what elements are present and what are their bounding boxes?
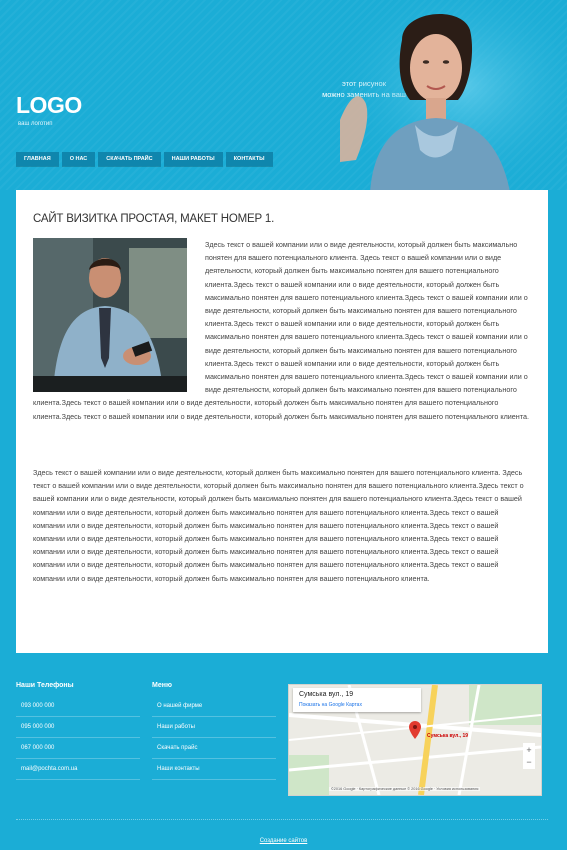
nav-item-home[interactable]: ГЛАВНАЯ bbox=[16, 152, 59, 166]
map-info-card: Сумська вул., 19 Показать на Google Карт… bbox=[293, 688, 421, 712]
map-pin-label: Сумська вул., 19 bbox=[427, 733, 469, 739]
footer-menu: О нашей фирме Наши работы Скачать прайс … bbox=[152, 696, 276, 780]
page-title: САЙТ ВИЗИТКА ПРОСТАЯ, МАКЕТ НОМЕР 1. bbox=[33, 213, 275, 225]
phone-item[interactable]: 095 000 000 bbox=[16, 717, 140, 738]
nav-item-about[interactable]: О НАС bbox=[61, 152, 96, 166]
nav-item-works[interactable]: НАШИ РАБОТЫ bbox=[163, 152, 223, 166]
footer-menu-price[interactable]: Скачать прайс bbox=[152, 738, 276, 759]
phones-list: 093 000 000 095 000 000 067 000 000 mail… bbox=[16, 696, 140, 780]
nav-item-price[interactable]: СКАЧАТЬ ПРАЙС bbox=[98, 152, 161, 166]
site-logo[interactable]: LOGO bbox=[16, 92, 82, 119]
intro-text-block: Здесь текст о вашей компании или о виде … bbox=[33, 238, 531, 423]
phone-item[interactable]: 093 000 000 bbox=[16, 696, 140, 717]
location-map[interactable]: Сумська вул., 19 Показать на Google Карт… bbox=[288, 684, 542, 796]
map-card-title: Сумська вул., 19 bbox=[299, 691, 354, 698]
logo-tagline: ваш логотип bbox=[18, 121, 53, 127]
menu-title: Меню bbox=[152, 682, 172, 689]
map-card-link[interactable]: Показать на Google Картах bbox=[299, 702, 362, 708]
map-attribution: ©2016 Google · Картографические данные ©… bbox=[329, 787, 481, 791]
footer-menu-works[interactable]: Наши работы bbox=[152, 717, 276, 738]
hero-woman-photo bbox=[340, 0, 567, 192]
site-header: LOGO ваш логотип ГЛАВНАЯ О НАС СКАЧАТЬ П… bbox=[0, 0, 567, 192]
credit-link[interactable]: Создание сайтов bbox=[0, 838, 567, 844]
map-zoom-controls[interactable]: + − bbox=[523, 743, 535, 769]
content-panel: САЙТ ВИЗИТКА ПРОСТАЯ, МАКЕТ НОМЕР 1. Зде… bbox=[16, 190, 548, 653]
second-paragraph: Здесь текст о вашей компании или о виде … bbox=[33, 468, 524, 583]
main-nav: ГЛАВНАЯ О НАС СКАЧАТЬ ПРАЙС НАШИ РАБОТЫ … bbox=[16, 152, 273, 166]
businessman-photo bbox=[33, 238, 187, 392]
phone-item[interactable]: 067 000 000 bbox=[16, 738, 140, 759]
site-footer: Наши Телефоны 093 000 000 095 000 000 06… bbox=[0, 653, 567, 850]
svg-text:−: − bbox=[526, 757, 531, 767]
phones-title: Наши Телефоны bbox=[16, 682, 74, 689]
email-item[interactable]: mail@pochta.com.ua bbox=[16, 759, 140, 780]
footer-menu-contacts[interactable]: Наши контакты bbox=[152, 759, 276, 780]
map-pin-icon[interactable] bbox=[409, 721, 421, 739]
footer-menu-about[interactable]: О нашей фирме bbox=[152, 696, 276, 717]
svg-text:+: + bbox=[526, 745, 531, 755]
nav-item-contacts[interactable]: КОНТАКТЫ bbox=[225, 152, 273, 166]
footer-divider bbox=[16, 819, 548, 820]
